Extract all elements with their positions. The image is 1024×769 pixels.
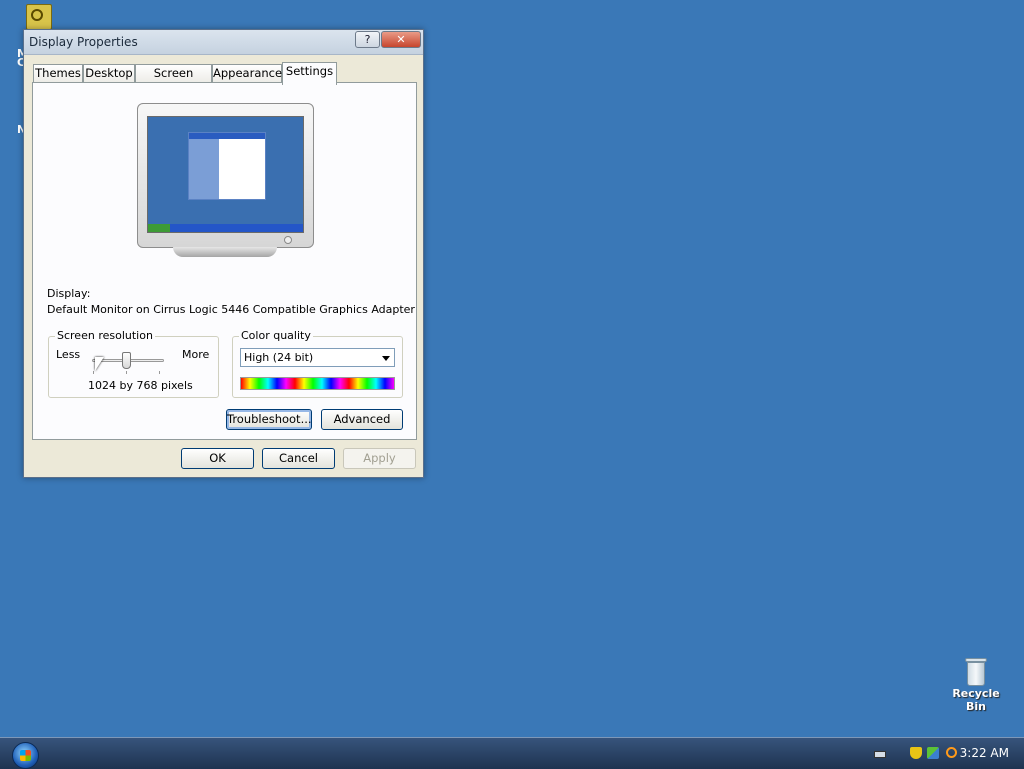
network-icon[interactable] bbox=[927, 747, 939, 759]
color-spectrum-bar bbox=[240, 377, 395, 390]
recycle-bin-icon bbox=[965, 655, 987, 687]
display-adapter-name: Default Monitor on Cirrus Logic 5446 Com… bbox=[47, 303, 415, 316]
window-title: Display Properties bbox=[29, 35, 138, 49]
help-button[interactable]: ? bbox=[355, 31, 380, 48]
desktop-icon-top[interactable] bbox=[26, 4, 52, 30]
tab-appearance[interactable]: Appearance bbox=[212, 64, 282, 83]
tab-desktop[interactable]: Desktop bbox=[83, 64, 135, 83]
tab-settings[interactable]: Settings bbox=[282, 62, 337, 85]
less-label: Less bbox=[56, 348, 81, 361]
keyboard-icon[interactable] bbox=[874, 751, 886, 758]
advanced-button[interactable]: Advanced bbox=[321, 409, 403, 430]
recycle-bin[interactable]: Recycle Bin bbox=[945, 655, 1007, 713]
ok-button[interactable]: OK bbox=[181, 448, 254, 469]
dropdown-arrow-icon[interactable] bbox=[382, 356, 390, 361]
color-quality-label: Color quality bbox=[239, 329, 313, 342]
more-label: More bbox=[182, 348, 210, 361]
resolution-slider-thumb[interactable] bbox=[122, 352, 131, 369]
cancel-button[interactable]: Cancel bbox=[262, 448, 335, 469]
display-label: Display: bbox=[47, 287, 91, 300]
clipboard-icon bbox=[26, 4, 52, 30]
screen-resolution-group: Screen resolution Less More 1024 by 768 … bbox=[48, 329, 219, 398]
color-quality-value: High (24 bit) bbox=[244, 351, 314, 364]
start-button[interactable] bbox=[12, 742, 39, 769]
tab-screen-saver[interactable]: Screen Saver bbox=[135, 64, 212, 97]
color-quality-select[interactable]: High (24 bit) bbox=[240, 348, 395, 367]
search-icon[interactable] bbox=[946, 747, 957, 758]
security-shield-icon[interactable] bbox=[910, 747, 922, 759]
color-quality-group: Color quality High (24 bit) bbox=[232, 329, 403, 398]
apply-button[interactable]: Apply bbox=[343, 448, 416, 469]
display-properties-dialog: Display Properties ? ✕ Themes Desktop Sc… bbox=[23, 29, 424, 478]
mouse-cursor-icon bbox=[95, 357, 104, 371]
clock[interactable]: 3:22 AM bbox=[960, 746, 1009, 760]
title-bar[interactable]: Display Properties ? ✕ bbox=[24, 30, 423, 55]
resolution-value: 1024 by 768 pixels bbox=[88, 379, 193, 392]
recycle-bin-label: Recycle Bin bbox=[952, 687, 1000, 713]
settings-panel: Display: Default Monitor on Cirrus Logic… bbox=[32, 82, 417, 440]
monitor-preview bbox=[137, 103, 314, 257]
close-button[interactable]: ✕ bbox=[381, 31, 421, 48]
tab-themes[interactable]: Themes bbox=[33, 64, 83, 83]
screen-resolution-label: Screen resolution bbox=[55, 329, 155, 342]
troubleshoot-button[interactable]: Troubleshoot... bbox=[226, 409, 312, 430]
taskbar: 3:22 AM bbox=[0, 737, 1024, 769]
system-tray: 3:22 AM bbox=[864, 738, 1024, 769]
monitor-screen-preview bbox=[147, 116, 304, 233]
windows-logo-icon bbox=[20, 750, 31, 761]
